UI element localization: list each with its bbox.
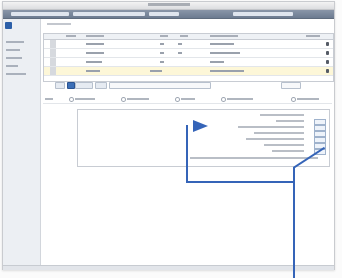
radio-icon[interactable]	[221, 97, 226, 102]
radio-label	[75, 98, 95, 100]
table-cell	[210, 61, 224, 63]
panel-line	[276, 120, 304, 122]
panel-line	[246, 138, 304, 140]
table-cell	[150, 70, 162, 72]
table-cell	[160, 52, 164, 54]
breadcrumb	[47, 23, 71, 25]
row-thumbnail	[50, 67, 56, 75]
table-cell	[86, 70, 100, 72]
row-thumbnail	[50, 58, 56, 66]
table-cell	[86, 61, 102, 63]
callout-line	[293, 183, 295, 278]
table-row[interactable]	[44, 40, 333, 49]
radio-label	[297, 98, 319, 100]
sidebar	[3, 19, 41, 269]
radio-label	[181, 98, 195, 100]
table-cell	[160, 61, 164, 63]
sidebar-item[interactable]	[6, 49, 20, 51]
table-cell	[86, 52, 104, 54]
action-bar	[43, 81, 332, 89]
table-row[interactable]	[44, 58, 333, 67]
panel-line	[238, 126, 304, 128]
panel-line	[272, 150, 304, 152]
row-info-icon[interactable]	[326, 60, 329, 64]
column-header[interactable]	[160, 35, 168, 37]
radio-icon[interactable]	[69, 97, 74, 102]
table-cell	[210, 70, 244, 72]
radio-icon[interactable]	[175, 97, 180, 102]
table-cell	[160, 43, 164, 45]
radio-label	[227, 98, 253, 100]
callout-line	[186, 181, 295, 183]
panel-line	[264, 144, 304, 146]
window-title-bar	[3, 2, 334, 10]
table-cell	[210, 43, 234, 45]
panel-line	[260, 114, 304, 116]
column-header[interactable]	[210, 35, 238, 37]
radio-label	[127, 98, 149, 100]
toolbar-segment[interactable]	[73, 12, 145, 16]
radio-icon[interactable]	[291, 97, 296, 102]
summary-field	[281, 82, 301, 89]
filter-label	[45, 98, 53, 100]
table-cell	[178, 52, 182, 54]
column-header[interactable]	[180, 35, 188, 37]
toolbar-search[interactable]	[233, 12, 293, 16]
radio-icon[interactable]	[121, 97, 126, 102]
table-cell	[210, 52, 240, 54]
callout-line	[186, 125, 188, 182]
application-window	[2, 1, 335, 270]
column-header[interactable]	[66, 35, 76, 37]
comment-field[interactable]	[109, 82, 211, 89]
sidebar-item[interactable]	[6, 65, 18, 67]
action-button[interactable]	[67, 82, 75, 89]
details-panel	[77, 109, 330, 167]
table-cell	[86, 43, 104, 45]
action-button[interactable]	[55, 82, 65, 89]
window-title	[148, 3, 190, 6]
row-info-icon[interactable]	[326, 69, 329, 73]
row-info-icon[interactable]	[326, 42, 329, 46]
row-thumbnail	[50, 49, 56, 57]
table-cell	[178, 43, 182, 45]
main-toolbar	[3, 10, 334, 19]
panel-line	[254, 132, 304, 134]
panel-line	[190, 157, 318, 159]
table-row-selected[interactable]	[44, 67, 333, 76]
app-logo-icon	[5, 22, 12, 29]
column-header[interactable]	[306, 35, 320, 37]
filter-options	[43, 95, 332, 104]
data-table	[43, 33, 334, 82]
callout-arrow-icon	[193, 120, 208, 132]
column-header[interactable]	[86, 35, 104, 37]
callout-line	[293, 167, 295, 183]
sidebar-item[interactable]	[6, 73, 26, 75]
action-button[interactable]	[95, 82, 107, 89]
sidebar-item[interactable]	[6, 57, 22, 59]
sidebar-item[interactable]	[6, 41, 24, 43]
status-bar	[3, 265, 334, 270]
toolbar-segment[interactable]	[149, 12, 179, 16]
toolbar-segment[interactable]	[11, 12, 69, 16]
action-button[interactable]	[75, 82, 93, 89]
row-info-icon[interactable]	[326, 51, 329, 55]
row-thumbnail	[50, 40, 56, 48]
table-row[interactable]	[44, 49, 333, 58]
